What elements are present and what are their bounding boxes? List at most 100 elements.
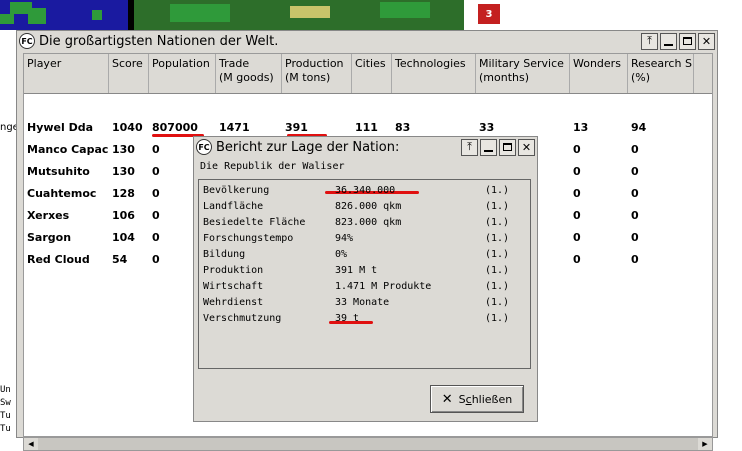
report-row: Besiedelte Fläche 823.000 qkm (1.) bbox=[201, 214, 525, 230]
app-icon: FC bbox=[19, 33, 35, 49]
cell-player: Manco Capac bbox=[27, 142, 109, 156]
nations-window-title: Die großartigsten Nationen der Welt. bbox=[39, 33, 279, 49]
report-key: Verschmutzung bbox=[203, 312, 282, 324]
report-key: Wirtschaft bbox=[203, 280, 264, 292]
cell-technologies: 83 bbox=[395, 120, 411, 134]
cell-player: Xerxes bbox=[27, 208, 70, 222]
cell-wonders: 0 bbox=[573, 164, 581, 178]
game-map-background[interactable]: 3 bbox=[0, 0, 742, 30]
report-rank: (1.) bbox=[485, 264, 510, 276]
report-panel: Bevölkerung 36.340.000 (1.) Landfläche 826.0… bbox=[198, 179, 531, 369]
pin-icon: ⤒ bbox=[467, 140, 472, 153]
column-header-score[interactable]: Score bbox=[109, 54, 149, 93]
scroll-right-arrow[interactable]: ▶ bbox=[698, 438, 712, 450]
cell-player: Sargon bbox=[27, 230, 72, 244]
column-header-population[interactable]: Population bbox=[149, 54, 216, 93]
cell-research: 0 bbox=[631, 164, 639, 178]
column-header-production[interactable]: Production (M tons) bbox=[282, 54, 352, 93]
land-tile bbox=[290, 6, 330, 18]
cell-score: 130 bbox=[112, 142, 135, 156]
report-value: 39 t bbox=[335, 312, 360, 324]
report-key: Produktion bbox=[203, 264, 264, 276]
cell-research: 0 bbox=[631, 230, 639, 244]
column-header-player[interactable]: Player bbox=[24, 54, 109, 93]
report-dialog[interactable]: FC Bericht zur Lage der Nation: ⤒ ✕ Die … bbox=[193, 136, 538, 422]
cell-score: 1040 bbox=[112, 120, 143, 134]
column-header-wonders[interactable]: Wonders bbox=[570, 54, 628, 93]
report-rank: (1.) bbox=[485, 216, 510, 228]
close-button[interactable]: ✕ bbox=[698, 32, 715, 50]
cell-research: 0 bbox=[631, 186, 639, 200]
unexplored-area bbox=[464, 0, 742, 30]
city-marker[interactable]: 3 bbox=[478, 4, 500, 24]
background-text: Tu bbox=[0, 411, 11, 421]
city-marker-label: 3 bbox=[485, 8, 493, 20]
report-key: Wehrdienst bbox=[203, 296, 264, 308]
report-value: 36.340.000 bbox=[335, 184, 396, 196]
report-key: Forschungstempo bbox=[203, 232, 294, 244]
report-value: 33 Monate bbox=[335, 296, 390, 308]
background-panel-right bbox=[718, 30, 742, 438]
report-dialog-titlebar[interactable]: FC Bericht zur Lage der Nation: ⤒ ✕ bbox=[194, 137, 537, 157]
pin-button[interactable]: ⤒ bbox=[641, 32, 658, 50]
report-subtitle: Die Republik der Waliser bbox=[200, 161, 345, 172]
cell-wonders: 0 bbox=[573, 142, 581, 156]
report-key: Bevölkerung bbox=[203, 184, 270, 196]
cell-player: Mutsuhito bbox=[27, 164, 90, 178]
maximize-icon bbox=[683, 37, 692, 45]
report-value: 391 M t bbox=[335, 264, 378, 276]
report-rank: (1.) bbox=[485, 232, 510, 244]
report-rank: (1.) bbox=[485, 312, 510, 324]
nations-window-titlebar[interactable]: FC Die großartigsten Nationen der Welt. … bbox=[17, 31, 717, 51]
horizontal-scrollbar[interactable]: ◀ ▶ bbox=[23, 437, 713, 451]
maximize-button[interactable] bbox=[499, 138, 516, 156]
close-button[interactable]: ✕ bbox=[518, 138, 535, 156]
column-header-research[interactable]: Research S (%) bbox=[628, 54, 694, 93]
minimize-button[interactable] bbox=[660, 32, 677, 50]
land-tile bbox=[0, 14, 14, 24]
land-tile bbox=[170, 4, 230, 22]
report-row: Bevölkerung 36.340.000 (1.) bbox=[201, 182, 525, 198]
cell-wonders: 0 bbox=[573, 186, 581, 200]
cell-wonders: 0 bbox=[573, 208, 581, 222]
report-row: Landfläche 826.000 qkm (1.) bbox=[201, 198, 525, 214]
column-header-military[interactable]: Military Service (months) bbox=[476, 54, 570, 93]
report-key: Landfläche bbox=[203, 200, 264, 212]
report-row: Verschmutzung 39 t (1.) bbox=[201, 310, 525, 326]
cell-research: 0 bbox=[631, 142, 639, 156]
report-row: Forschungstempo 94% (1.) bbox=[201, 230, 525, 246]
cell-research: 0 bbox=[631, 208, 639, 222]
cell-player: Hywel Dda bbox=[27, 120, 94, 134]
column-header-cities[interactable]: Cities bbox=[352, 54, 392, 93]
background-text: Sw bbox=[0, 398, 11, 408]
background-text: Un bbox=[0, 385, 11, 395]
report-value: 0% bbox=[335, 248, 348, 260]
report-row: Wirtschaft 1.471 M Produkte (1.) bbox=[201, 278, 525, 294]
minimize-button[interactable] bbox=[480, 138, 497, 156]
column-header-technologies[interactable]: Technologies bbox=[392, 54, 476, 93]
report-value: 94% bbox=[335, 232, 354, 244]
pin-button[interactable]: ⤒ bbox=[461, 138, 478, 156]
report-rank: (1.) bbox=[485, 280, 510, 292]
minimize-icon bbox=[664, 43, 673, 46]
close-dialog-button[interactable]: ✕ Schließen bbox=[430, 385, 524, 413]
column-header-trade[interactable]: Trade (M goods) bbox=[216, 54, 282, 93]
report-rank: (1.) bbox=[485, 200, 510, 212]
maximize-icon bbox=[503, 143, 512, 151]
close-icon: ✕ bbox=[441, 391, 453, 407]
scroll-left-arrow[interactable]: ◀ bbox=[24, 438, 38, 450]
land-tile bbox=[380, 2, 430, 18]
cell-wonders: 13 bbox=[573, 120, 589, 134]
background-text: Tu bbox=[0, 424, 11, 434]
table-row[interactable]: Hywel Dda 1040 807000 1471 391 111 83 33 13 94 bbox=[24, 116, 694, 138]
report-rank: (1.) bbox=[485, 184, 510, 196]
maximize-button[interactable] bbox=[679, 32, 696, 50]
report-value: 1.471 M Produkte bbox=[335, 280, 432, 292]
cell-research: 94 bbox=[631, 120, 647, 134]
close-dialog-label: Schließen bbox=[458, 392, 513, 406]
report-row: Wehrdienst 33 Monate (1.) bbox=[201, 294, 525, 310]
report-key: Besiedelte Fläche bbox=[203, 216, 306, 228]
cell-trade: 1471 bbox=[219, 120, 250, 134]
cell-population: 807000 bbox=[152, 120, 198, 134]
cell-wonders: 0 bbox=[573, 230, 581, 244]
